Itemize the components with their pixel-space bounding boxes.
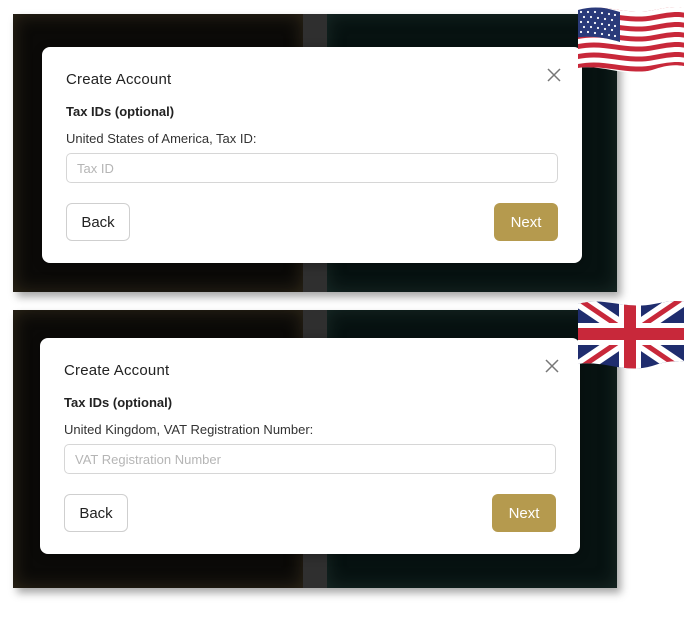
next-button[interactable]: Next [492, 494, 556, 532]
close-icon[interactable] [546, 67, 562, 83]
next-button[interactable]: Next [494, 203, 558, 241]
dialog-title: Create Account [66, 71, 172, 88]
create-account-dialog: Create Account Tax IDs (optional) United… [40, 338, 580, 554]
tax-id-label: United States of America, Tax ID: [66, 131, 257, 146]
close-icon[interactable] [544, 358, 560, 374]
vat-number-input[interactable] [64, 444, 556, 474]
screenshot-panel-uk: Create Account Tax IDs (optional) United… [13, 310, 617, 588]
section-heading: Tax IDs (optional) [66, 104, 175, 119]
screenshot-panel-us: Create Account Tax IDs (optional) United… [13, 14, 617, 292]
us-flag-icon [578, 6, 684, 73]
back-button[interactable]: Back [64, 494, 128, 532]
vat-number-label: United Kingdom, VAT Registration Number: [64, 422, 314, 437]
dialog-title: Create Account [64, 362, 170, 379]
back-button[interactable]: Back [66, 203, 130, 241]
section-heading: Tax IDs (optional) [64, 395, 173, 410]
uk-flag-icon [578, 300, 684, 369]
tax-id-input[interactable] [66, 153, 558, 183]
create-account-dialog: Create Account Tax IDs (optional) United… [42, 47, 582, 263]
